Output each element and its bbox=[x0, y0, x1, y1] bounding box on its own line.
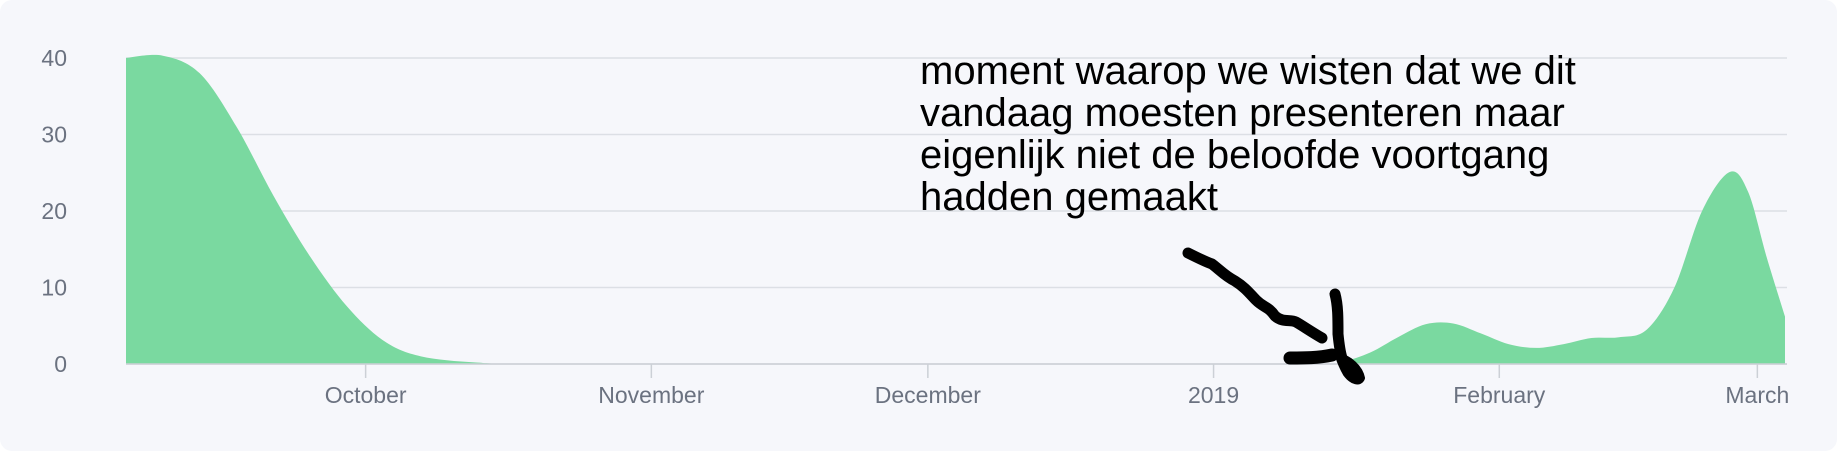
x-tick-label: December bbox=[875, 382, 981, 408]
x-tick-label: February bbox=[1453, 382, 1546, 408]
y-tick-label: 0 bbox=[54, 351, 67, 377]
y-tick-label: 20 bbox=[41, 198, 67, 224]
hand-drawn-arrow bbox=[1182, 247, 1365, 385]
x-tick-label: March bbox=[1725, 382, 1789, 408]
x-tick-label: November bbox=[598, 382, 704, 408]
x-tick-label: 2019 bbox=[1188, 382, 1239, 408]
y-tick-label: 40 bbox=[41, 45, 67, 71]
chart-annotation: moment waarop we wisten dat we dit vanda… bbox=[920, 49, 1576, 219]
y-tick-label: 10 bbox=[41, 275, 67, 301]
y-tick-label: 30 bbox=[41, 122, 67, 148]
x-tick-label: October bbox=[325, 382, 407, 408]
